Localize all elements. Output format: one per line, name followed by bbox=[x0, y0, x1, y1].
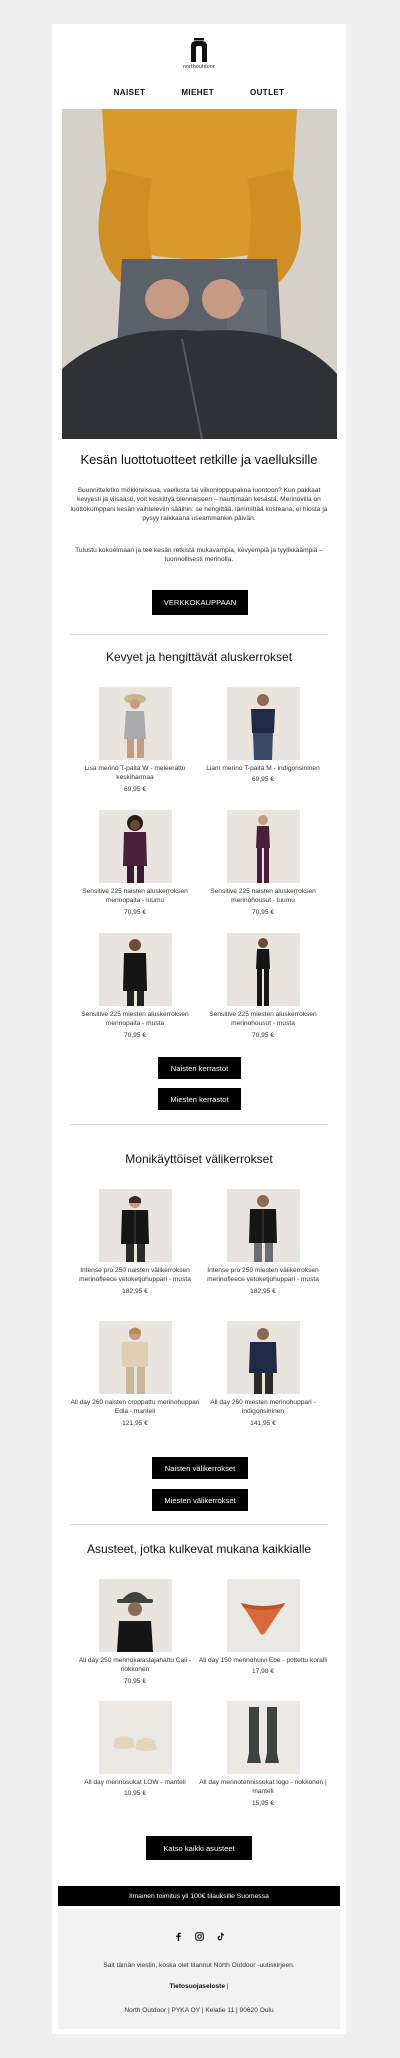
product-price: 69,95 € bbox=[124, 785, 146, 793]
divider bbox=[70, 634, 328, 635]
product-card[interactable]: Liam merino T-paita M - indigonsininen 6… bbox=[198, 687, 328, 783]
nav-naiset[interactable]: NAISET bbox=[114, 88, 146, 97]
product-price: 10,95 € bbox=[124, 1790, 146, 1798]
product-card[interactable]: Lisa merino T-paita W - meleerattu keski… bbox=[70, 687, 200, 793]
product-name: Intense pro 250 naisten välikerroksen me… bbox=[79, 1267, 191, 1284]
product-image bbox=[226, 933, 300, 1006]
product-name: Sensitive 225 naisten aluskerroksen meri… bbox=[82, 888, 188, 905]
product-card[interactable]: Sensitive 225 miesten aluskerroksen meri… bbox=[70, 933, 200, 1039]
product-image bbox=[98, 933, 172, 1006]
product-image bbox=[98, 1321, 172, 1394]
product-name: All day 150 merinohuivi Ebe - poltettu k… bbox=[198, 1657, 328, 1664]
product-name: All day 260 miesten merinohuppari - indi… bbox=[210, 1399, 316, 1416]
product-name: All day 250 merinokalastajahattu Cali - … bbox=[78, 1657, 192, 1674]
instagram-icon[interactable] bbox=[194, 1932, 204, 1941]
logo-mark-icon bbox=[191, 38, 207, 62]
free-shipping-banner: Ilmainen toimitus yli 100€ tilauksille S… bbox=[58, 1886, 340, 1906]
product-card[interactable]: All day 260 miesten merinohuppari - indi… bbox=[198, 1321, 328, 1427]
hero-photo bbox=[62, 109, 337, 439]
product-price: 17,98 € bbox=[252, 1668, 274, 1676]
section-title-mid-layers: Monikäyttöiset välikerrokset bbox=[125, 1152, 273, 1166]
hero-image[interactable] bbox=[62, 109, 337, 439]
product-image bbox=[226, 687, 300, 760]
product-name: All day merinosukat LOW - manteli bbox=[84, 1779, 186, 1786]
brand-logo[interactable]: northoutdoor bbox=[52, 38, 346, 70]
hero-paragraph-1: Suunnitteletko mökkireissua, vaellusta t… bbox=[70, 487, 328, 523]
product-image bbox=[98, 810, 172, 883]
product-image bbox=[226, 1321, 300, 1394]
product-price: 70,95 € bbox=[124, 908, 146, 916]
product-price: 70,95 € bbox=[124, 1031, 146, 1039]
product-price: 69,95 € bbox=[252, 776, 274, 784]
main-nav: NAISET MIEHET OUTLET bbox=[52, 88, 346, 97]
product-image bbox=[226, 1189, 300, 1262]
product-card[interactable]: Sensitive 225 naisten aluskerroksen meri… bbox=[70, 810, 200, 916]
product-card[interactable]: All day merinosukat LOW - manteli 10,95 … bbox=[70, 1701, 200, 1797]
shop-button[interactable]: VERKKOKAUPPAAN bbox=[152, 590, 248, 615]
brand-name: northoutdoor bbox=[183, 64, 215, 70]
hero-title: Kesän luottotuotteet retkille ja vaelluk… bbox=[80, 452, 318, 467]
product-card[interactable]: Sensitive 225 naisten aluskerroksen meri… bbox=[198, 810, 328, 916]
product-card[interactable]: Intense pro 250 naisten välikerroksen me… bbox=[70, 1189, 200, 1295]
product-name: All day merinotennissukat logo - nokkone… bbox=[199, 1779, 327, 1796]
product-price: 70,95 € bbox=[252, 1031, 274, 1039]
subscription-notice: Sait tämän viestin, koska olet tilannut … bbox=[103, 1962, 295, 1969]
product-price: 70,95 € bbox=[252, 908, 274, 916]
women-mid-layers-button[interactable]: Naisten välikerrokset bbox=[152, 1457, 248, 1479]
product-price: 182,95 € bbox=[122, 1287, 148, 1295]
men-mid-layers-button[interactable]: Miesten välikerrokset bbox=[152, 1489, 248, 1511]
facebook-icon[interactable] bbox=[174, 1932, 183, 1941]
product-price: 121,95 € bbox=[122, 1419, 148, 1427]
section-title-accessories: Asusteet, jotka kulkevat mukana kaikkial… bbox=[86, 1542, 312, 1556]
product-card[interactable]: All day merinotennissukat logo - nokkone… bbox=[198, 1701, 328, 1807]
product-name: Sensitive 225 miesten aluskerroksen meri… bbox=[81, 1011, 189, 1028]
product-image bbox=[226, 1579, 300, 1652]
product-card[interactable]: All day 150 merinohuivi Ebe - poltettu k… bbox=[198, 1579, 328, 1675]
privacy-link[interactable]: Tietosuojaseloste bbox=[169, 1983, 225, 1990]
privacy-separator: | bbox=[225, 1983, 229, 1990]
product-name: Sensitive 225 miesten aluskerroksen meri… bbox=[209, 1011, 317, 1028]
product-card[interactable]: Intense pro 250 miesten välikerroksen me… bbox=[198, 1189, 328, 1295]
product-image bbox=[98, 1189, 172, 1262]
product-name: Sensitive 225 naisten aluskerroksen meri… bbox=[210, 888, 316, 905]
product-image bbox=[98, 1701, 172, 1774]
product-image bbox=[226, 810, 300, 883]
email-body: northoutdoor NAISET MIEHET OUTLET Kesän … bbox=[52, 24, 346, 2034]
product-name: Lisa merino T-paita W - meleerattu keski… bbox=[84, 765, 186, 782]
product-image bbox=[98, 1579, 172, 1652]
product-image bbox=[98, 687, 172, 760]
product-name: Intense pro 250 miesten välikerroksen me… bbox=[207, 1267, 319, 1284]
product-price: 141,95 € bbox=[250, 1419, 276, 1427]
product-card[interactable]: All day 250 merinokalastajahattu Cali - … bbox=[70, 1579, 200, 1685]
divider bbox=[70, 1524, 328, 1525]
product-name: Liam merino T-paita M - indigonsininen bbox=[206, 765, 320, 772]
product-card[interactable]: All day 260 naisten croppattu merinohupp… bbox=[70, 1321, 200, 1427]
section-title-base-layers: Kevyet ja hengittävät aluskerrokset bbox=[105, 650, 293, 664]
product-image bbox=[226, 1701, 300, 1774]
nav-outlet[interactable]: OUTLET bbox=[250, 88, 284, 97]
footer: Sait tämän viestin, koska olet tilannut … bbox=[58, 1909, 340, 2029]
social-links bbox=[58, 1932, 340, 1941]
product-price: 15,95 € bbox=[252, 1799, 274, 1807]
product-card[interactable]: Sensitive 225 miesten aluskerroksen meri… bbox=[198, 933, 328, 1039]
tiktok-icon[interactable] bbox=[216, 1932, 225, 1941]
hero-paragraph-2: Tutustu kokoelmaan ja tee kesän retkistä… bbox=[75, 547, 323, 564]
company-address: North Outdoor | PYKA OY | Kelatie 11 | 9… bbox=[124, 2007, 274, 2014]
men-base-layers-button[interactable]: Miesten kerrastot bbox=[158, 1088, 241, 1110]
privacy-line: Tietosuojaseloste | bbox=[58, 1983, 340, 1990]
women-base-layers-button[interactable]: Naisten kerrastot bbox=[158, 1057, 241, 1079]
product-name: All day 260 naisten croppattu merinohupp… bbox=[70, 1399, 200, 1416]
product-price: 70,95 € bbox=[124, 1677, 146, 1685]
product-price: 182,95 € bbox=[250, 1287, 276, 1295]
divider bbox=[70, 1124, 328, 1125]
nav-miehet[interactable]: MIEHET bbox=[181, 88, 214, 97]
all-accessories-button[interactable]: Katso kaikki asusteet bbox=[146, 1836, 252, 1860]
